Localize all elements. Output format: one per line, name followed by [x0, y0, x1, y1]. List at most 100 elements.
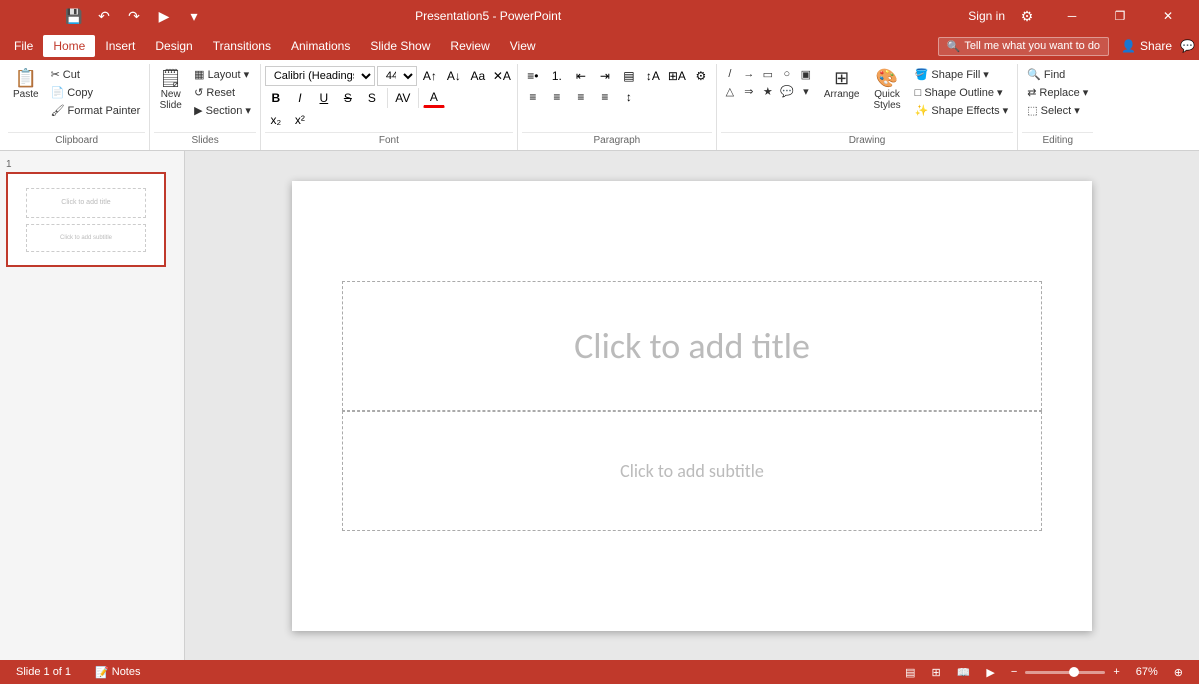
shape-callout[interactable]: 💬 [778, 83, 796, 99]
decrease-indent-button[interactable]: ⇤ [570, 66, 592, 86]
close-button[interactable]: ✕ [1145, 0, 1191, 32]
line-spacing-button[interactable]: ↕ [618, 87, 640, 107]
underline-button[interactable]: U [313, 88, 335, 108]
italic-button[interactable]: I [289, 88, 311, 108]
decrease-font-button[interactable]: A↓ [443, 66, 465, 86]
zoom-track[interactable] [1025, 671, 1105, 674]
section-button[interactable]: ▶ Section ▾ [189, 102, 256, 119]
align-center-button[interactable]: ≡ [546, 87, 568, 107]
title-right-controls: Sign in ⚙ ─ ❐ ✕ [968, 0, 1191, 32]
layout-icon: ▦ [194, 68, 204, 81]
copy-button[interactable]: 📄 Copy [46, 84, 146, 101]
increase-indent-button[interactable]: ⇥ [594, 66, 616, 86]
justify-button[interactable]: ≡ [594, 87, 616, 107]
redo-button[interactable]: ↷ [120, 2, 148, 30]
zoom-level[interactable]: 67% [1132, 665, 1162, 679]
shape-more[interactable]: ▣ [797, 66, 815, 82]
shape-outline-button[interactable]: □ Shape Outline ▾ [910, 84, 1014, 101]
clear-format-button[interactable]: ✕A [491, 66, 513, 86]
settings-icon[interactable]: ⚙ [1013, 2, 1041, 30]
menu-transitions[interactable]: Transitions [203, 35, 281, 57]
canvas-area[interactable]: Click to add title Click to add subtitle [185, 151, 1199, 660]
font-family-selector[interactable]: Calibri (Headings) [265, 66, 375, 86]
zoom-in-button[interactable]: + [1109, 665, 1123, 679]
new-slide-button[interactable]: 🗒 NewSlide [154, 66, 187, 114]
superscript-button[interactable]: x² [289, 110, 311, 130]
menu-animations[interactable]: Animations [281, 35, 360, 57]
shape-line[interactable]: / [721, 66, 739, 82]
shadow-button[interactable]: S [361, 88, 383, 108]
notes-icon: 📝 [95, 666, 109, 679]
align-text-button[interactable]: ⊞A [666, 66, 688, 86]
comment-icon[interactable]: 💬 [1180, 39, 1195, 53]
replace-button[interactable]: ⇄ Replace ▾ [1022, 84, 1093, 101]
subscript-button[interactable]: x₂ [265, 110, 287, 130]
save-button[interactable]: 💾 [60, 2, 88, 30]
slide-sorter-button[interactable]: ⊞ [927, 665, 944, 680]
normal-view-button[interactable]: ▤ [901, 665, 919, 680]
char-spacing-button[interactable]: AV [392, 88, 414, 108]
select-button[interactable]: ⬚ Select ▾ [1022, 102, 1093, 119]
align-right-button[interactable]: ≡ [570, 87, 592, 107]
reading-view-button[interactable]: 📖 [953, 665, 975, 680]
quick-styles-icon: 🎨 [876, 69, 898, 87]
shape-effects-button[interactable]: ✨ Shape Effects ▾ [910, 102, 1014, 119]
title-textbox[interactable]: Click to add title [342, 281, 1042, 411]
menu-design[interactable]: Design [145, 35, 202, 57]
bold-button[interactable]: B [265, 88, 287, 108]
menu-home[interactable]: Home [43, 35, 95, 57]
search-box[interactable]: 🔍 Tell me what you want to do [938, 37, 1109, 56]
menu-file[interactable]: File [4, 35, 43, 57]
columns-button[interactable]: ▤ [618, 66, 640, 86]
menu-insert[interactable]: Insert [95, 35, 145, 57]
menu-review[interactable]: Review [440, 35, 499, 57]
minimize-button[interactable]: ─ [1049, 0, 1095, 32]
font-color-button[interactable]: A [423, 88, 445, 108]
paste-button[interactable]: 📋 Paste [8, 66, 44, 103]
more-button[interactable]: ▾ [180, 2, 208, 30]
reset-button[interactable]: ↺ Reset [189, 84, 256, 101]
text-direction-button[interactable]: ↕A [642, 66, 664, 86]
restore-button[interactable]: ❐ [1097, 0, 1143, 32]
strikethrough-button[interactable]: S [337, 88, 359, 108]
cut-button[interactable]: ✂ Cut [46, 66, 146, 83]
search-label: Tell me what you want to do [964, 40, 1100, 52]
section-icon: ▶ [194, 104, 202, 117]
shape-rect[interactable]: ▭ [759, 66, 777, 82]
shape-oval[interactable]: ○ [778, 66, 796, 82]
shape-triangle[interactable]: △ [721, 83, 739, 99]
clipboard-group: 📋 Paste ✂ Cut 📄 Copy 🖌 Format Painter Cl… [4, 64, 150, 150]
slideshow-button[interactable]: ▶ [982, 665, 998, 680]
arrange-label: Arrange [824, 89, 860, 100]
slide-thumbnail-1[interactable]: Click to add title Click to add subtitle [6, 172, 166, 267]
smartart-button[interactable]: ⚙ [690, 66, 712, 86]
find-button[interactable]: 🔍 Find [1022, 66, 1093, 83]
zoom-thumb[interactable] [1069, 667, 1079, 677]
fit-slide-button[interactable]: ⊕ [1170, 665, 1187, 680]
change-case-button[interactable]: Aa [467, 66, 489, 86]
share-button[interactable]: 👤 Share [1121, 39, 1172, 53]
menu-slideshow[interactable]: Slide Show [360, 35, 440, 57]
shapes-expand[interactable]: ▾ [797, 83, 815, 99]
font-size-selector[interactable]: 44 [377, 66, 417, 86]
shape-outline-icon: □ [915, 87, 922, 99]
shape-arrow[interactable]: → [740, 66, 758, 82]
menu-view[interactable]: View [500, 35, 546, 57]
increase-font-button[interactable]: A↑ [419, 66, 441, 86]
numbering-button[interactable]: 1. [546, 66, 568, 86]
bullets-button[interactable]: ≡• [522, 66, 544, 86]
notes-button[interactable]: 📝 Notes [91, 665, 144, 680]
subtitle-textbox[interactable]: Click to add subtitle [342, 411, 1042, 531]
shape-star[interactable]: ★ [759, 83, 777, 99]
zoom-out-button[interactable]: − [1007, 665, 1021, 679]
shape-right-arrow[interactable]: ⇒ [740, 83, 758, 99]
undo-button[interactable]: ↶ [90, 2, 118, 30]
layout-button[interactable]: ▦ Layout ▾ [189, 66, 256, 83]
present-button[interactable]: ▶ [150, 2, 178, 30]
align-left-button[interactable]: ≡ [522, 87, 544, 107]
format-painter-button[interactable]: 🖌 Format Painter [46, 102, 146, 119]
sign-in-button[interactable]: Sign in [968, 9, 1005, 23]
quick-styles-button[interactable]: 🎨 QuickStyles [868, 66, 905, 114]
shape-fill-button[interactable]: 🪣 Shape Fill ▾ [910, 66, 1014, 83]
arrange-button[interactable]: ⊞ Arrange [819, 66, 865, 103]
